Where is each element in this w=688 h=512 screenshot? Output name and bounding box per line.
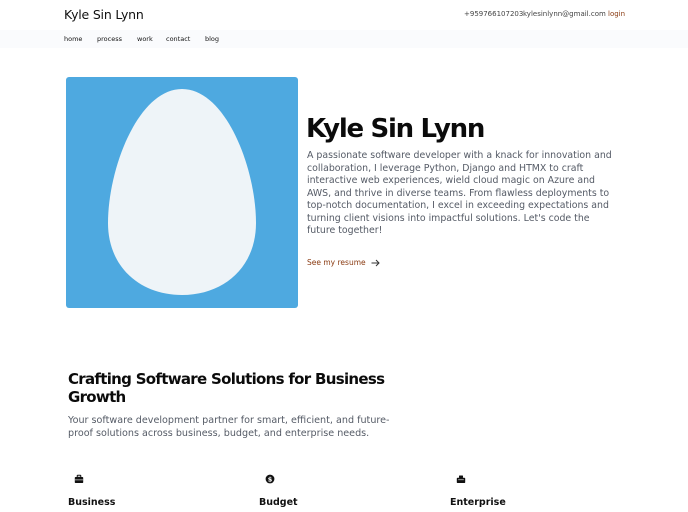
feature-title: Business	[68, 497, 116, 508]
hero-bio-text: A passionate software developer with a k…	[307, 150, 612, 236]
nav-item-contact[interactable]: contact	[166, 35, 190, 43]
email-address: kylesinlynn@gmail.com	[523, 10, 606, 18]
egg-avatar-placeholder-icon	[108, 89, 256, 295]
nav-item-process[interactable]: process	[97, 35, 122, 43]
nav-item-blog[interactable]: blog	[205, 35, 219, 43]
feature-title: Budget	[259, 497, 298, 508]
nav-item-home[interactable]: home	[64, 35, 82, 43]
dollar-coin-icon: $	[265, 474, 275, 484]
see-resume-link[interactable]: See my resume	[307, 258, 380, 267]
top-bar: Kyle Sin Lynn +959766107203 kylesinlynn@…	[0, 0, 688, 30]
services-section-title: Crafting Software Solutions for Business…	[68, 370, 385, 406]
briefcase-icon	[74, 474, 84, 483]
login-link[interactable]: login	[608, 10, 625, 18]
building-icon	[456, 475, 466, 483]
svg-text:$: $	[268, 475, 273, 483]
main-navigation: home process work contact blog	[0, 30, 688, 48]
nav-item-work[interactable]: work	[137, 35, 153, 43]
hero-name-heading: Kyle Sin Lynn	[306, 114, 485, 144]
services-section-subtitle: Your software development partner for sm…	[68, 415, 390, 439]
see-resume-label: See my resume	[307, 258, 366, 267]
feature-title: Enterprise	[450, 497, 506, 508]
profile-image	[66, 77, 298, 308]
arrow-right-icon	[371, 259, 380, 266]
phone-number: +959766107203	[464, 10, 524, 18]
brand-logo-link[interactable]: Kyle Sin Lynn	[64, 7, 144, 22]
